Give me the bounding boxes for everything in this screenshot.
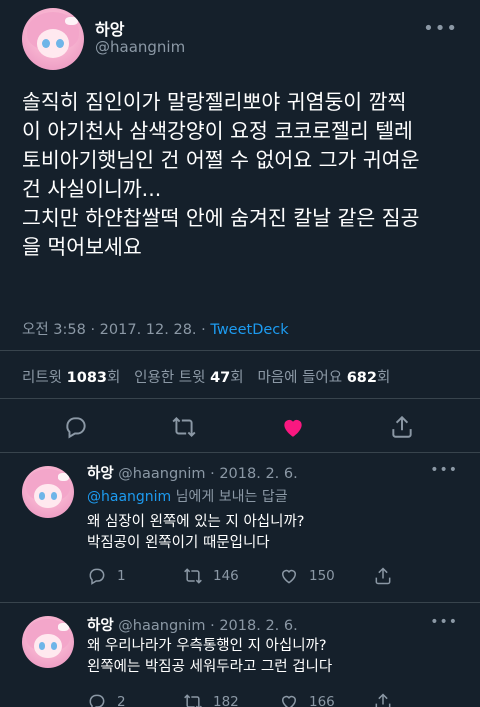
reply-avatar[interactable] bbox=[22, 466, 74, 518]
reply-author-name[interactable]: 하앙 bbox=[87, 618, 114, 634]
tweet-stats: 리트윗 1083회 인용한 트윗 47회 마음에 들어요 682회 bbox=[22, 366, 390, 387]
reply-tweet[interactable]: 하앙 @haangnim · 2018. 2. 6. ••• @haangnim… bbox=[0, 452, 480, 602]
like-count-button[interactable]: 150 bbox=[279, 566, 335, 586]
share-icon[interactable] bbox=[373, 566, 403, 586]
quotes-stat[interactable]: 인용한 트윗 47회 bbox=[134, 370, 243, 386]
share-icon[interactable] bbox=[389, 414, 415, 440]
tweet-line: 을 먹어보세요 bbox=[22, 235, 142, 259]
author-name[interactable]: 하앙 bbox=[95, 16, 124, 40]
divider bbox=[0, 398, 480, 399]
reply-icon bbox=[89, 568, 105, 585]
reply-count-button[interactable]: 1 bbox=[87, 566, 126, 586]
more-options-icon[interactable]: ••• bbox=[423, 18, 458, 39]
more-options-icon[interactable]: ••• bbox=[430, 614, 458, 630]
reply-text: 왜 심장이 왼쪽에 있는 지 아십니까? 박짐공이 왼쪽이기 때문입니다 bbox=[87, 514, 305, 551]
retweet-icon bbox=[184, 568, 202, 584]
more-options-icon[interactable]: ••• bbox=[430, 462, 458, 478]
retweet-icon bbox=[184, 694, 202, 707]
tweet-line: 이 아기천사 삼색강양이 요정 코코로젤리 텔레 bbox=[22, 119, 413, 143]
reply-count-button[interactable]: 2 bbox=[87, 692, 126, 707]
reply-text: 왜 우리나라가 우측통행인 지 아십니까? 왼쪽에는 박짐공 세워두라고 그런 … bbox=[87, 638, 333, 675]
like-icon bbox=[281, 695, 297, 707]
like-icon bbox=[281, 569, 297, 584]
tweet-line: 건 사실이니까... bbox=[22, 177, 162, 201]
tweet-line: 솔직히 짐인이가 말랑젤리뽀야 귀염둥이 깜찍 bbox=[22, 90, 407, 114]
retweet-count-button[interactable]: 146 bbox=[183, 566, 239, 586]
like-count-button[interactable]: 166 bbox=[279, 692, 335, 707]
reply-header: 하앙 @haangnim · 2018. 2. 6. bbox=[87, 614, 298, 635]
like-icon-filled[interactable] bbox=[280, 414, 306, 440]
replying-to: @haangnim 님에게 보내는 답글 bbox=[87, 489, 288, 505]
tweet-timestamp[interactable]: 오전 3:58 · 2017. 12. 28. · bbox=[22, 322, 210, 338]
mention-link[interactable]: @haangnim bbox=[87, 489, 171, 505]
tweet-source-link[interactable]: TweetDeck bbox=[210, 322, 288, 338]
reply-icon[interactable] bbox=[63, 414, 89, 440]
tweet-text: 솔직히 짐인이가 말랑젤리뽀야 귀염둥이 깜찍 이 아기천사 삼색강양이 요정 … bbox=[22, 88, 470, 262]
likes-stat[interactable]: 마음에 들어요 682회 bbox=[257, 370, 390, 386]
tweet-line: 토비아기햇님인 건 어쩔 수 없어요 그가 귀여운 bbox=[22, 148, 420, 172]
divider bbox=[0, 350, 480, 351]
tweet-line: 그치만 하얀찹쌀떡 안에 숨겨진 칼날 같은 짐공 bbox=[22, 206, 420, 230]
reply-handle-date[interactable]: @haangnim · 2018. 2. 6. bbox=[118, 466, 297, 482]
share-icon[interactable] bbox=[373, 692, 403, 707]
reply-handle-date[interactable]: @haangnim · 2018. 2. 6. bbox=[118, 618, 297, 634]
author-avatar[interactable] bbox=[22, 8, 84, 70]
author-handle[interactable]: @haangnim bbox=[95, 38, 185, 56]
tweet-meta: 오전 3:58 · 2017. 12. 28. · TweetDeck bbox=[22, 318, 289, 339]
reply-tweet[interactable]: 하앙 @haangnim · 2018. 2. 6. ••• 왜 우리나라가 우… bbox=[0, 602, 480, 707]
reply-avatar[interactable] bbox=[22, 616, 74, 668]
reply-header: 하앙 @haangnim · 2018. 2. 6. bbox=[87, 462, 298, 483]
reply-icon bbox=[89, 694, 105, 707]
retweet-icon[interactable] bbox=[171, 414, 197, 440]
reply-author-name[interactable]: 하앙 bbox=[87, 466, 114, 482]
retweet-count-button[interactable]: 182 bbox=[183, 692, 239, 707]
retweets-stat[interactable]: 리트윗 1083회 bbox=[22, 370, 120, 386]
